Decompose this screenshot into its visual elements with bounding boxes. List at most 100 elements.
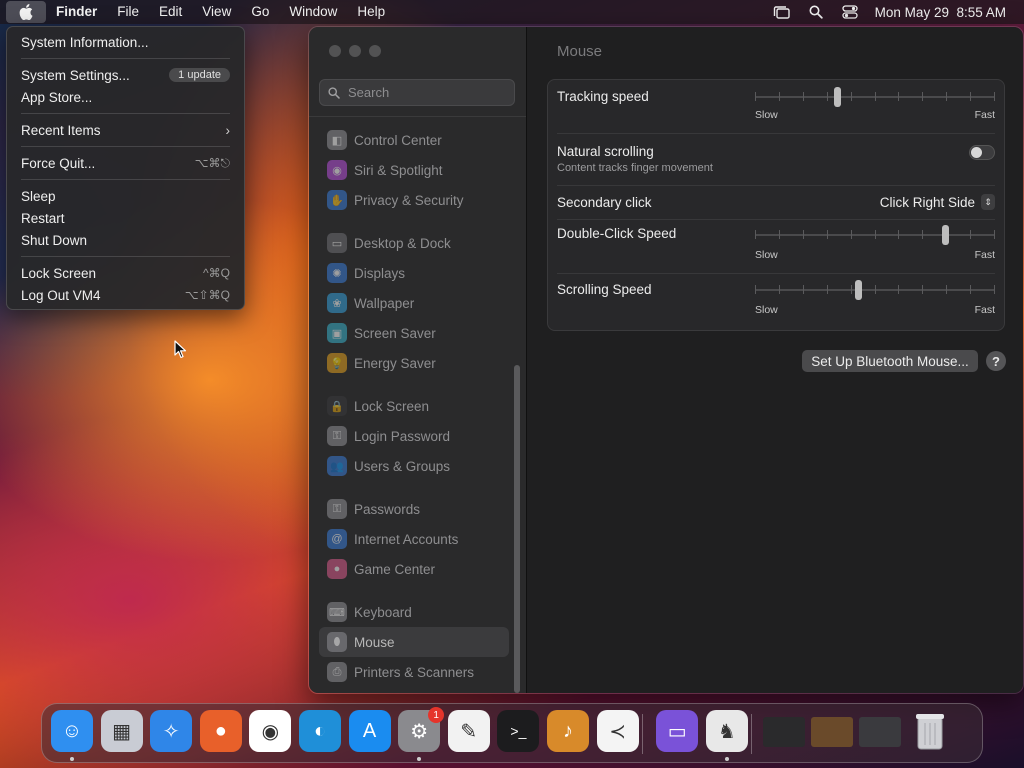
scrolling-speed-label: Scrolling Speed [557, 282, 652, 297]
sidebar-item-wallpaper[interactable]: ❀ Wallpaper [319, 288, 509, 318]
sidebar-item-privacy-security[interactable]: ✋ Privacy & Security [319, 185, 509, 215]
menu-item-system-settings[interactable]: System Settings... 1 update [13, 64, 238, 86]
menu-separator [21, 179, 230, 180]
sidebar-item-users-groups[interactable]: 👥 Users & Groups [319, 451, 509, 481]
vscode-icon[interactable]: ≺ [596, 710, 639, 752]
sidebar-item-internet-accounts[interactable]: @ Internet Accounts [319, 524, 509, 554]
minimized-window-1[interactable] [763, 717, 806, 747]
tracking-speed-slider[interactable] [755, 87, 995, 107]
finder-icon[interactable]: ☺ [51, 710, 93, 752]
help-button[interactable]: ? [986, 351, 1006, 371]
dock-glyph: ◉ [261, 720, 280, 743]
slider-tick [755, 92, 756, 101]
spotlight-search-icon[interactable] [807, 5, 825, 19]
secondary-click-popup[interactable]: Click Right Side ⇕ [880, 194, 995, 210]
menu-item-shut-down[interactable]: Shut Down [13, 229, 238, 251]
sidebar-item-login-password[interactable]: ⚿ Login Password [319, 421, 509, 451]
menu-item-sleep[interactable]: Sleep [13, 185, 238, 207]
slider-tick [802, 230, 804, 239]
system-settings-icon[interactable]: ⚙ 1 [398, 707, 445, 752]
menu-item-system-information[interactable]: System Information... [13, 31, 238, 53]
sidebar-item-label: Internet Accounts [354, 531, 459, 547]
slider-tick [874, 230, 876, 239]
sidebar-item-siri-spotlight[interactable]: ◉ Siri & Spotlight [319, 155, 509, 185]
slider-knob[interactable] [833, 87, 841, 107]
slider-knob[interactable] [855, 280, 863, 300]
apple-logo-icon[interactable] [6, 1, 46, 23]
sidebar-item-game-center[interactable]: ● Game Center [319, 554, 509, 584]
menu-item-label: Recent Items [21, 122, 101, 138]
menu-item-label: System Settings... [21, 67, 130, 83]
chevron-right-icon: › [225, 122, 231, 138]
slider-knob[interactable] [941, 225, 949, 245]
textedit-icon[interactable]: ✎ [447, 710, 490, 752]
sidebar-item-desktop-dock[interactable]: ▭ Desktop & Dock [319, 228, 509, 258]
menu-finder[interactable]: Finder [46, 0, 107, 24]
slider-tick [826, 230, 828, 239]
sidebar-scrollbar[interactable] [514, 365, 520, 693]
menu-edit[interactable]: Edit [149, 0, 192, 24]
key-icon: ⚿ [327, 499, 347, 519]
sidebar-item-printers-scanners[interactable]: ⎙ Printers & Scanners [319, 657, 509, 687]
menu-item-app-store[interactable]: App Store... [13, 86, 238, 108]
menu-item-force-quit[interactable]: Force Quit... ⌥⌘⎋ [13, 152, 238, 174]
search-input[interactable] [348, 85, 508, 100]
slider-tick [874, 285, 876, 294]
sidebar-item-screen-saver[interactable]: ▣ Screen Saver [319, 318, 509, 348]
sidebar-item-lock-screen[interactable]: 🔒 Lock Screen [319, 391, 509, 421]
slider-fast-label: Fast [974, 249, 995, 261]
zoom-window-button[interactable] [369, 45, 381, 57]
remote-app-icon[interactable]: ▭ [656, 710, 699, 752]
menu-item-label: App Store... [21, 89, 93, 105]
scrolling-speed-slider[interactable] [755, 280, 995, 300]
trash-icon[interactable] [909, 710, 951, 752]
sidebar-item-passwords[interactable]: ⚿ Passwords [319, 494, 509, 524]
minimize-window-button[interactable] [349, 45, 361, 57]
chess-icon[interactable]: ♞ [705, 710, 748, 752]
garageband-icon[interactable]: ♪ [547, 710, 589, 752]
menu-help[interactable]: Help [347, 0, 395, 24]
menubar-clock[interactable]: Mon May 29 8:55 AM [875, 5, 1006, 20]
stage-manager-icon[interactable] [773, 5, 791, 19]
minimized-window-3[interactable] [859, 717, 902, 747]
menu-item-log-out[interactable]: Log Out VM4 ⌥⇧⌘Q [13, 284, 238, 306]
firefox-icon[interactable]: ● [199, 710, 242, 752]
sidebar-item-energy-saver[interactable]: 💡 Energy Saver [319, 348, 509, 378]
sidebar-item-keyboard[interactable]: ⌨ Keyboard [319, 597, 509, 627]
keyboard-shortcut: ⌥⌘⎋ [194, 155, 230, 170]
slider-tick [970, 230, 972, 239]
menu-window[interactable]: Window [279, 0, 347, 24]
app-store-icon[interactable]: A [348, 710, 391, 752]
natural-scrolling-row: Natural scrolling Content tracks finger … [548, 134, 1004, 186]
set-up-bluetooth-mouse-button[interactable]: Set Up Bluetooth Mouse... [802, 350, 978, 372]
terminal-icon[interactable]: >_ [497, 710, 540, 752]
double-click-speed-slider[interactable] [755, 225, 995, 245]
close-window-button[interactable] [329, 45, 341, 57]
settings-search-field[interactable] [319, 79, 515, 106]
sidebar-list: ◧ Control Center ◉ Siri & Spotlight ✋ Privacy… [319, 125, 509, 687]
lock-icon: 🔒 [327, 396, 347, 416]
menu-view[interactable]: View [192, 0, 241, 24]
chrome-icon[interactable]: ◉ [249, 710, 292, 752]
minimized-window-2[interactable] [811, 717, 854, 747]
menu-file[interactable]: File [107, 0, 149, 24]
sidebar-item-label: Desktop & Dock [354, 235, 451, 251]
slider-tick [898, 92, 900, 101]
dock-glyph: >_ [510, 723, 527, 739]
natural-scrolling-toggle[interactable] [969, 145, 995, 160]
launchpad-icon[interactable]: ▦ [100, 710, 143, 752]
sidebar-item-control-center[interactable]: ◧ Control Center [319, 125, 509, 155]
slider-slow-label: Slow [755, 109, 778, 121]
safari-icon[interactable]: ✧ [150, 710, 193, 752]
menu-go[interactable]: Go [241, 0, 279, 24]
control-center-icon[interactable] [841, 5, 859, 19]
natural-scrolling-description: Content tracks finger movement [557, 162, 713, 174]
slider-tick [755, 230, 756, 239]
sidebar-item-mouse[interactable]: ⬮ Mouse [319, 627, 509, 657]
menu-item-recent-items[interactable]: Recent Items › [13, 119, 238, 141]
menu-item-restart[interactable]: Restart [13, 207, 238, 229]
sidebar-item-displays[interactable]: ✺ Displays [319, 258, 509, 288]
menu-item-lock-screen[interactable]: Lock Screen ^⌘Q [13, 262, 238, 284]
edge-icon[interactable]: ◐ [299, 710, 341, 752]
